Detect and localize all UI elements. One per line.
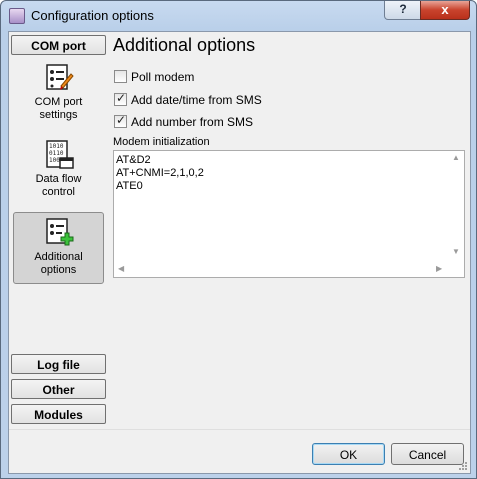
sidebar: COM port COM port settings 1010 0110 100… bbox=[9, 32, 109, 429]
footer-divider bbox=[9, 429, 470, 430]
scroll-right-icon[interactable]: ▶ bbox=[436, 264, 442, 273]
section-modules-button[interactable]: Modules bbox=[11, 404, 106, 424]
sidebar-item-additional-options[interactable]: Additional options bbox=[13, 212, 104, 284]
checkmark-icon: ✓ bbox=[115, 91, 127, 106]
dialog-client-area: COM port COM port settings 1010 0110 100… bbox=[8, 31, 471, 474]
vertical-scrollbar[interactable]: ▲ ▼ bbox=[448, 151, 464, 261]
resize-grip-icon[interactable] bbox=[458, 461, 468, 471]
poll-modem-checkbox[interactable]: Poll modem bbox=[114, 69, 194, 85]
page-title: Additional options bbox=[113, 35, 256, 55]
scroll-up-icon[interactable]: ▲ bbox=[452, 153, 460, 162]
checkbox-label: Add date/time from SMS bbox=[131, 93, 262, 107]
svg-text:0110: 0110 bbox=[49, 150, 64, 157]
modem-init-text[interactable]: AT&D2 AT+CNMI=2,1,0,2 ATE0 bbox=[116, 154, 204, 193]
add-datetime-checkbox[interactable]: ✓ Add date/time from SMS bbox=[114, 91, 262, 108]
close-button[interactable]: x bbox=[420, 1, 470, 20]
modem-init-textarea[interactable]: AT&D2 AT+CNMI=2,1,0,2 ATE0 ▲ ▼ ◀ ▶ bbox=[113, 150, 465, 278]
config-window: Configuration options ? x COM port COM p… bbox=[0, 0, 477, 479]
svg-text:1010: 1010 bbox=[49, 143, 64, 150]
sidebar-item-com-port-settings[interactable]: COM port settings bbox=[13, 62, 104, 130]
sidebar-item-data-flow-control[interactable]: 1010 0110 1001 Data flow control bbox=[13, 139, 104, 207]
modem-init-label: Modem initialization bbox=[113, 136, 210, 148]
options-panel: Additional options Poll modem ✓ Add date/… bbox=[111, 32, 470, 429]
checkbox-box[interactable]: ✓ bbox=[114, 113, 127, 129]
close-icon: x bbox=[441, 2, 449, 17]
section-other-button[interactable]: Other bbox=[11, 379, 106, 399]
sidebar-item-label: Data flow control bbox=[35, 173, 82, 198]
window-title: Configuration options bbox=[31, 8, 154, 23]
sidebar-item-label: Additional options bbox=[34, 251, 83, 276]
binary-data-icon: 1010 0110 1001 bbox=[45, 140, 74, 169]
section-com-port-button[interactable]: COM port bbox=[11, 35, 106, 55]
checkbox-label: Add number from SMS bbox=[131, 115, 254, 129]
cancel-button[interactable]: Cancel bbox=[391, 443, 464, 465]
title-bar[interactable]: Configuration options ? x bbox=[1, 1, 476, 31]
ok-button[interactable]: OK bbox=[312, 443, 385, 465]
settings-checklist-icon bbox=[45, 64, 74, 90]
checkmark-icon: ✓ bbox=[115, 113, 127, 128]
add-options-icon bbox=[45, 218, 73, 246]
section-log-file-button[interactable]: Log file bbox=[11, 354, 106, 374]
sidebar-item-label: COM port settings bbox=[34, 96, 83, 121]
app-icon bbox=[9, 8, 25, 24]
horizontal-scrollbar[interactable]: ◀ ▶ bbox=[114, 261, 464, 277]
add-number-checkbox[interactable]: ✓ Add number from SMS bbox=[114, 113, 254, 130]
checkbox-box[interactable]: ✓ bbox=[114, 91, 127, 107]
checkbox-label: Poll modem bbox=[131, 70, 195, 84]
scroll-left-icon[interactable]: ◀ bbox=[118, 264, 124, 273]
checkbox-box[interactable] bbox=[114, 70, 127, 84]
scroll-down-icon[interactable]: ▼ bbox=[452, 247, 460, 256]
help-button[interactable]: ? bbox=[384, 1, 422, 20]
